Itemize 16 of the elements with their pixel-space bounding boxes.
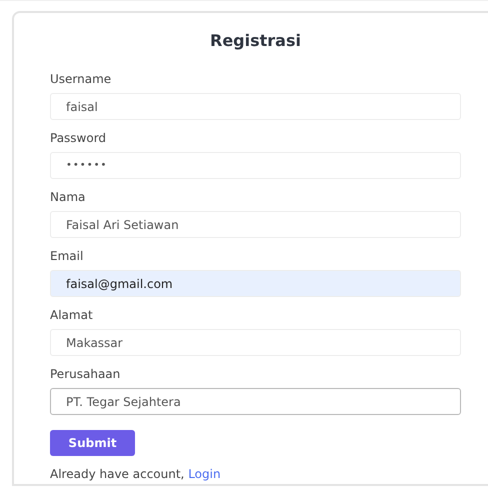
input-field[interactable]: Makassar <box>50 329 461 356</box>
login-prompt: Already have account, Login <box>50 467 222 481</box>
input-field[interactable]: faisal <box>50 93 461 120</box>
field-label: Email <box>50 249 84 264</box>
field-label: Username <box>50 72 112 87</box>
input-field[interactable]: Faisal Ari Setiawan <box>50 211 461 238</box>
input-field[interactable]: faisal@gmail.com <box>50 270 461 297</box>
field-label: Alamat <box>50 308 94 323</box>
field-label: Password <box>50 131 108 146</box>
input-field[interactable]: PT. Tegar Sejahtera <box>50 388 461 415</box>
field-label: Nama <box>50 190 86 205</box>
login-link[interactable]: Login <box>188 467 221 481</box>
field-label: Perusahaan <box>50 367 122 382</box>
password-field[interactable]: •••••• <box>50 152 461 179</box>
submit-button[interactable]: Submit <box>50 430 135 456</box>
form-title: Registrasi <box>209 31 302 50</box>
